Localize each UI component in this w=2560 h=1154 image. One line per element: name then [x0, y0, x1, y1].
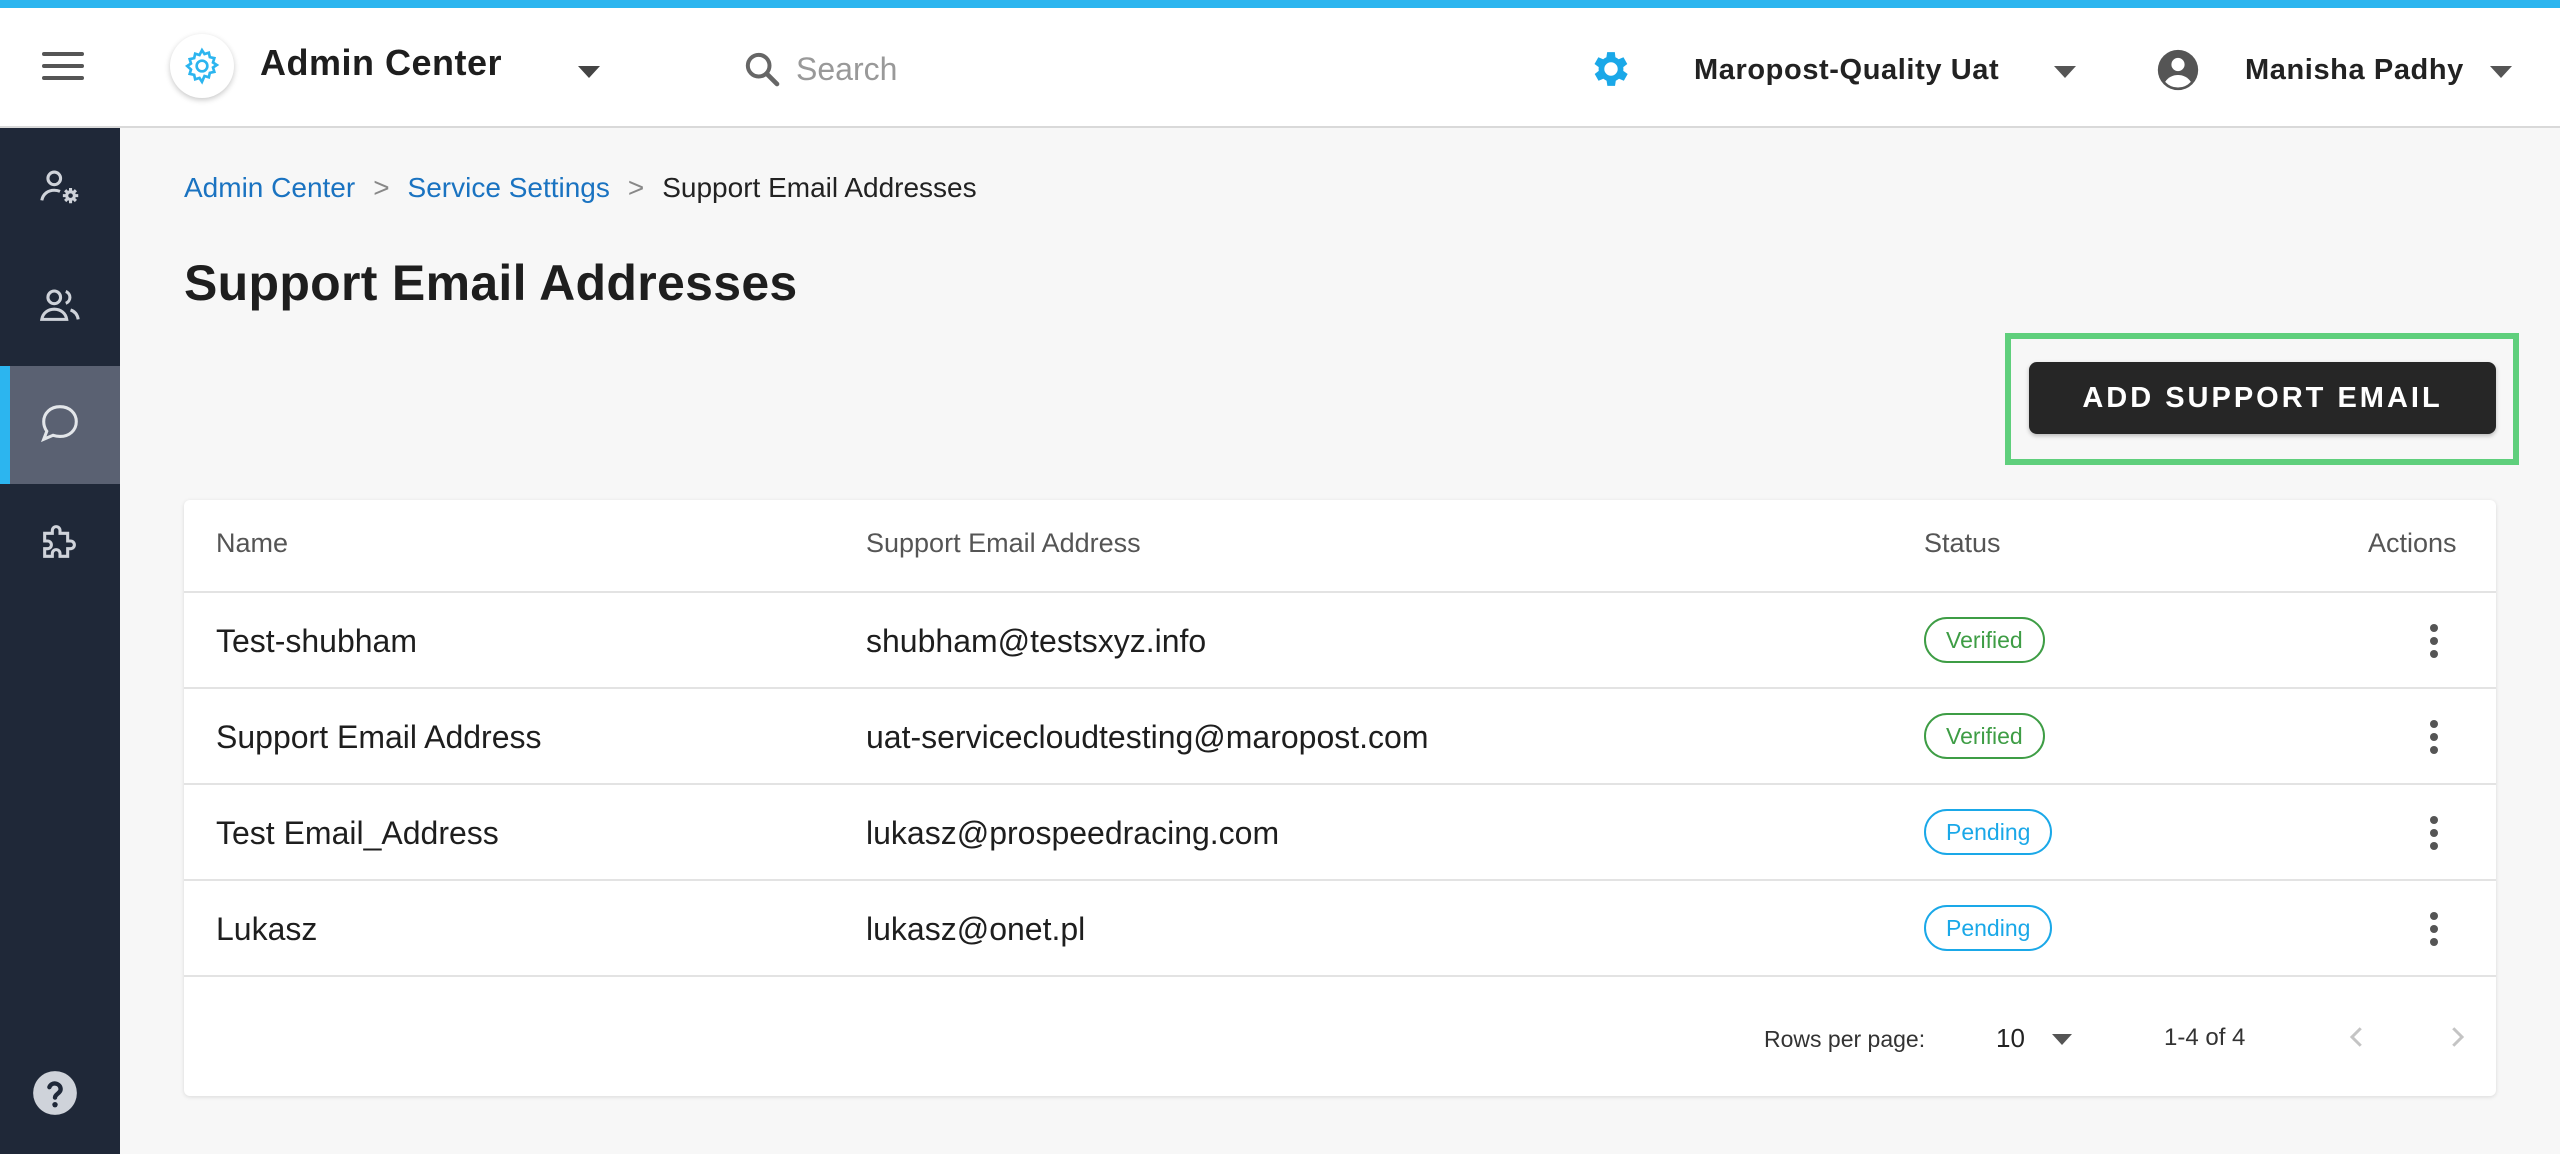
org-gear-icon[interactable] — [1586, 44, 1636, 94]
page-title: Support Email Addresses — [184, 255, 798, 311]
rows-per-page-label: Rows per page: — [1764, 1026, 1926, 1052]
table-row[interactable]: Test Email_Address lukasz@prospeedracing… — [184, 785, 2496, 881]
search-icon — [740, 47, 784, 91]
top-accent-stripe — [0, 0, 2560, 8]
more-vert-icon[interactable] — [2414, 909, 2454, 949]
more-vert-icon[interactable] — [2414, 621, 2454, 661]
column-header-status[interactable]: Status — [1924, 528, 2001, 559]
status-badge: Pending — [1924, 905, 2053, 951]
breadcrumb-current: Support Email Addresses — [662, 172, 977, 203]
column-header-actions: Actions — [2368, 528, 2457, 558]
table-pagination: Rows per page: 10 1-4 of 4 — [184, 990, 2496, 1053]
sidebar-item-integrations[interactable] — [0, 484, 120, 602]
chevron-right-icon[interactable] — [2432, 1012, 2482, 1062]
gear-icon — [170, 34, 234, 98]
user-dropdown-caret-icon[interactable] — [2490, 66, 2512, 78]
status-badge: Verified — [1924, 617, 2045, 663]
chevron-left-icon[interactable] — [2332, 1012, 2382, 1062]
table-row[interactable]: Test-shubham shubham@testsxyz.info Verif… — [184, 593, 2496, 689]
puzzle-piece-icon — [37, 518, 83, 569]
breadcrumb-separator: > — [627, 172, 645, 203]
breadcrumb: Admin Center > Service Settings > Suppor… — [184, 172, 977, 204]
add-support-email-button[interactable]: ADD SUPPORT EMAIL — [2029, 362, 2496, 434]
column-header-email[interactable]: Support Email Address — [866, 528, 1141, 559]
top-bar: Admin Center Maropost-Quality Uat Manish… — [0, 8, 2560, 128]
org-selector[interactable]: Maropost-Quality Uat — [1694, 54, 1999, 87]
user-settings-icon — [37, 164, 83, 215]
search-input[interactable] — [796, 50, 1136, 88]
sidebar — [0, 128, 120, 1154]
column-header-name[interactable]: Name — [216, 528, 288, 559]
row-name: Test-shubham — [216, 623, 417, 659]
status-badge: Verified — [1924, 713, 2045, 759]
page-range: 1-4 of 4 — [2164, 1024, 2246, 1051]
row-email: lukasz@onet.pl — [866, 911, 1086, 947]
support-email-table: Name Support Email Address Status Action… — [184, 500, 2496, 1096]
search-box[interactable] — [740, 44, 1160, 94]
row-name: Lukasz — [216, 911, 318, 947]
account-circle-icon[interactable] — [2156, 48, 2200, 92]
sidebar-item-service-settings[interactable] — [0, 366, 120, 484]
app-title: Admin Center — [260, 42, 503, 83]
more-vert-icon[interactable] — [2414, 717, 2454, 757]
more-vert-icon[interactable] — [2414, 813, 2454, 853]
sidebar-item-people[interactable] — [0, 248, 120, 366]
rows-per-page-select[interactable]: 10 — [1996, 1023, 2025, 1054]
org-dropdown-caret-icon[interactable] — [2054, 66, 2076, 78]
people-icon — [37, 282, 83, 333]
app-switcher-caret-icon[interactable] — [578, 66, 600, 78]
menu-icon[interactable] — [40, 48, 86, 84]
breadcrumb-admin-center[interactable]: Admin Center — [184, 172, 355, 204]
breadcrumb-service-settings[interactable]: Service Settings — [408, 172, 610, 204]
row-email: shubham@testsxyz.info — [866, 623, 1207, 659]
table-row[interactable]: Support Email Address uat-servicecloudte… — [184, 689, 2496, 785]
chat-bubble-icon — [37, 400, 83, 451]
table-header: Name Support Email Address Status Action… — [184, 500, 2496, 593]
sidebar-item-user-settings[interactable] — [0, 130, 120, 248]
user-menu[interactable]: Manisha Padhy — [2245, 54, 2464, 87]
status-badge: Pending — [1924, 809, 2053, 855]
breadcrumb-separator: > — [373, 172, 390, 203]
help-circle-icon[interactable] — [30, 1068, 80, 1118]
row-name: Test Email_Address — [216, 815, 499, 851]
row-email: uat-servicecloudtesting@maropost.com — [866, 719, 1429, 755]
row-email: lukasz@prospeedracing.com — [866, 815, 1280, 851]
rows-per-page-caret-icon[interactable] — [2052, 1034, 2072, 1045]
table-row[interactable]: Lukasz lukasz@onet.pl Pending — [184, 881, 2496, 977]
row-name: Support Email Address — [216, 719, 542, 755]
